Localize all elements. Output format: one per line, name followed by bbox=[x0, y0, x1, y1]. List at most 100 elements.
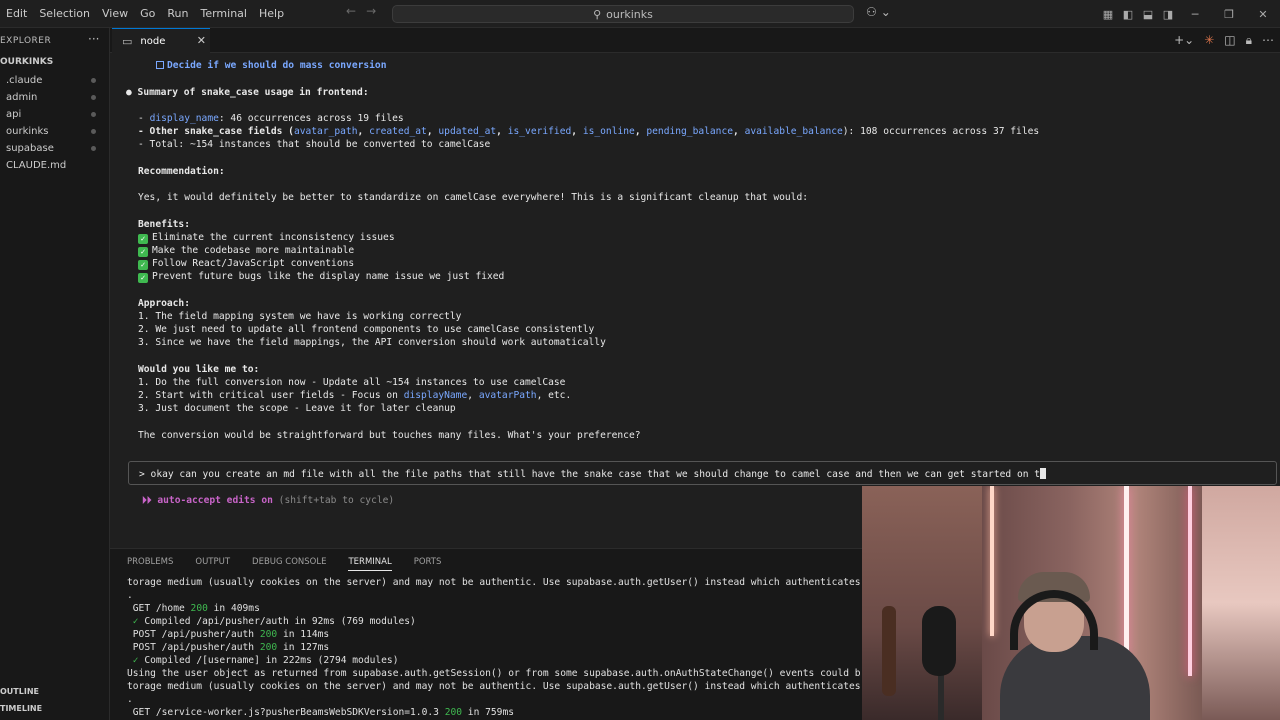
benefits-heading: Benefits: bbox=[138, 219, 190, 230]
terminal-line: . bbox=[127, 590, 133, 601]
copilot-icon: ⚇ bbox=[866, 5, 877, 19]
checkmark-icon: ✓ bbox=[138, 234, 148, 244]
lock-icon[interactable]: 🔒︎ bbox=[1246, 33, 1252, 48]
modified-dot-icon bbox=[91, 78, 96, 83]
menu-go[interactable]: Go bbox=[134, 0, 161, 27]
tab-terminal[interactable]: TERMINAL bbox=[348, 557, 392, 571]
toggle-secondary-sidebar-icon[interactable]: ◨ bbox=[1158, 8, 1178, 21]
option-item: 2. Start with critical user fields - Foc… bbox=[138, 390, 572, 401]
benefit-item: ✓ Make the codebase more maintainable bbox=[138, 245, 354, 257]
menu-bar: Edit Selection View Go Run Terminal Help bbox=[0, 0, 290, 27]
outline-section[interactable]: OUTLINE bbox=[0, 687, 39, 696]
claude-icon[interactable]: ✳ bbox=[1204, 33, 1214, 48]
menu-run[interactable]: Run bbox=[161, 0, 194, 27]
check-icon: ✓ bbox=[127, 655, 139, 666]
window-controls: ▦ ◧ ⬓ ◨ ─ ❐ ✕ bbox=[1098, 0, 1280, 28]
terminal-line: GET /service-worker.js?pusherBeamsWebSDK… bbox=[127, 707, 514, 718]
restore-icon[interactable]: ❐ bbox=[1212, 8, 1246, 21]
terminal-line: ✓ Compiled /api/pusher/auth in 92ms (769… bbox=[127, 616, 416, 627]
microphone-icon bbox=[922, 606, 956, 676]
forward-arrow-icon[interactable]: → bbox=[366, 4, 376, 18]
option-item: 3. Just document the scope - Leave it fo… bbox=[138, 403, 456, 414]
tab-ports[interactable]: PORTS bbox=[414, 557, 442, 567]
modified-dot-icon bbox=[91, 95, 96, 100]
tab-problems[interactable]: PROBLEMS bbox=[127, 557, 173, 567]
modified-dot-icon bbox=[91, 129, 96, 134]
menu-help[interactable]: Help bbox=[253, 0, 290, 27]
copilot-menu[interactable]: ⚇ ⌄ bbox=[866, 5, 891, 19]
tab-node[interactable]: ▭ node ✕ bbox=[112, 28, 210, 53]
led-strip bbox=[1124, 486, 1129, 656]
closing-question: The conversion would be straightforward … bbox=[138, 430, 641, 441]
tab-output[interactable]: OUTPUT bbox=[195, 557, 230, 567]
new-terminal-icon[interactable]: +⌄ bbox=[1174, 33, 1194, 48]
timeline-section[interactable]: TIMELINE bbox=[0, 704, 42, 713]
auto-accept-status: ⏵⏵ auto-accept edits on (shift+tab to cy… bbox=[142, 495, 395, 506]
tree-item-ourkinks[interactable]: ourkinks bbox=[0, 123, 110, 140]
editor-actions: +⌄ ✳ ◫ 🔒︎ ⋯ bbox=[1174, 33, 1274, 48]
search-icon: ⚲ bbox=[593, 7, 602, 21]
terminal-line: torage medium (usually cookies on the se… bbox=[127, 577, 861, 588]
tree-item-supabase[interactable]: supabase bbox=[0, 140, 110, 157]
tree-item-claude[interactable]: .claude bbox=[0, 72, 110, 89]
more-actions-icon[interactable]: ··· bbox=[88, 32, 99, 46]
explorer-sidebar: EXPLORER ··· OURKINKS .claude admin api … bbox=[0, 28, 110, 720]
line-total: - Total: ~154 instances that should be c… bbox=[138, 139, 491, 150]
recommendation-heading: Recommendation: bbox=[138, 166, 225, 177]
toggle-sidebar-icon[interactable]: ◧ bbox=[1118, 8, 1138, 21]
customize-layout-icon[interactable]: ▦ bbox=[1098, 8, 1118, 21]
more-icon[interactable]: ⋯ bbox=[1262, 33, 1274, 48]
text-cursor bbox=[1040, 468, 1047, 479]
menu-edit[interactable]: Edit bbox=[0, 0, 33, 27]
close-window-icon[interactable]: ✕ bbox=[1246, 8, 1280, 21]
menu-view[interactable]: View bbox=[96, 0, 134, 27]
recommendation-text: Yes, it would definitely be better to st… bbox=[138, 192, 809, 203]
search-text: ourkinks bbox=[606, 7, 653, 21]
terminal-line: GET /home 200 in 409ms bbox=[127, 603, 260, 614]
webcam-window bbox=[1202, 486, 1280, 720]
terminal-icon: ▭ bbox=[122, 34, 133, 48]
menu-selection[interactable]: Selection bbox=[33, 0, 96, 27]
tree-item-admin[interactable]: admin bbox=[0, 89, 110, 106]
prompt-text: > okay can you create an md file with al… bbox=[139, 468, 1047, 480]
tab-debug-console[interactable]: DEBUG CONSOLE bbox=[252, 557, 326, 567]
tree-item-api[interactable]: api bbox=[0, 106, 110, 123]
minimize-icon[interactable]: ─ bbox=[1178, 8, 1212, 21]
navigation-arrows: ← → bbox=[346, 4, 376, 18]
approach-item: 1. The field mapping system we have is w… bbox=[138, 311, 462, 322]
title-bar: Edit Selection View Go Run Terminal Help… bbox=[0, 0, 1280, 28]
terminal-line: ✓ Compiled /[username] in 222ms (2794 mo… bbox=[127, 655, 399, 666]
command-center-search[interactable]: ⚲ ourkinks bbox=[392, 5, 854, 23]
terminal-line: POST /api/pusher/auth 200 in 127ms bbox=[127, 642, 330, 653]
webcam-overlay bbox=[862, 486, 1280, 720]
approach-heading: Approach: bbox=[138, 298, 190, 309]
line-display-name: - display_name: 46 occurrences across 19… bbox=[138, 113, 404, 124]
editor-tab-strip: ▭ node ✕ +⌄ ✳ ◫ 🔒︎ ⋯ bbox=[110, 28, 1280, 53]
benefit-item: ✓ Prevent future bugs like the display na… bbox=[138, 271, 504, 283]
tree-item-claude-md[interactable]: CLAUDE.md bbox=[0, 157, 110, 174]
terminal-line: POST /api/pusher/auth 200 in 114ms bbox=[127, 629, 330, 640]
summary-heading: ● Summary of snake_case usage in fronten… bbox=[126, 87, 369, 98]
split-editor-icon[interactable]: ◫ bbox=[1224, 33, 1235, 48]
modified-dot-icon bbox=[91, 112, 96, 117]
toggle-panel-icon[interactable]: ⬓ bbox=[1138, 8, 1158, 21]
close-icon[interactable]: ✕ bbox=[197, 34, 206, 47]
guitar bbox=[882, 606, 896, 696]
claude-code-terminal[interactable]: Decide if we should do mass conversion ●… bbox=[110, 53, 1280, 548]
modified-dot-icon bbox=[91, 146, 96, 151]
prompt-input[interactable]: > okay can you create an md file with al… bbox=[128, 461, 1277, 485]
check-icon: ✓ bbox=[127, 616, 139, 627]
menu-terminal[interactable]: Terminal bbox=[194, 0, 253, 27]
approach-item: 2. We just need to update all frontend c… bbox=[138, 324, 595, 335]
project-folder[interactable]: OURKINKS bbox=[0, 57, 53, 67]
todo-line: Decide if we should do mass conversion bbox=[156, 60, 387, 71]
back-arrow-icon[interactable]: ← bbox=[346, 4, 356, 18]
checkmark-icon: ✓ bbox=[138, 247, 148, 257]
approach-item: 3. Since we have the field mappings, the… bbox=[138, 337, 606, 348]
terminal-line: Using the user object as returned from s… bbox=[127, 668, 861, 679]
file-tree: .claude admin api ourkinks supabase CLAU… bbox=[0, 72, 110, 174]
mic-arm bbox=[938, 672, 944, 720]
line-other-fields: - Other snake_case fields (avatar_path, … bbox=[138, 126, 1040, 137]
checkmark-icon: ✓ bbox=[138, 260, 148, 270]
tab-label: node bbox=[140, 35, 166, 47]
